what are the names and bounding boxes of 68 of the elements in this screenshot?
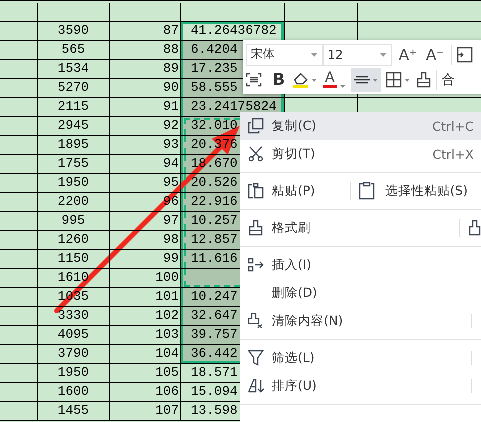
table-cell: 2200 bbox=[38, 193, 110, 212]
clipboard-icon bbox=[359, 182, 376, 200]
align-center-button[interactable] bbox=[350, 68, 381, 92]
table-cell: 1950 bbox=[38, 174, 110, 193]
table-cell: 92 bbox=[110, 117, 181, 136]
table-cell: 3590 bbox=[38, 22, 110, 41]
copy-icon bbox=[248, 118, 264, 134]
table-cell: 1534 bbox=[38, 60, 110, 79]
menu-item[interactable]: 复制(C) Ctrl+C bbox=[240, 112, 481, 140]
table-cell: 103 bbox=[110, 326, 181, 345]
table-cell: 102 bbox=[110, 307, 181, 326]
table-cell: 4095 bbox=[38, 326, 110, 345]
clipboard-icon bbox=[248, 183, 264, 199]
table-cell: 3330 bbox=[38, 307, 110, 326]
table-cell: 2945 bbox=[38, 117, 110, 136]
table-cell: 87 bbox=[110, 22, 181, 41]
table-cell: 1755 bbox=[38, 155, 110, 174]
filter-icon bbox=[248, 350, 264, 366]
table-cell: 995 bbox=[38, 212, 110, 231]
table-cell: 97 bbox=[110, 212, 181, 231]
caret-icon bbox=[311, 52, 318, 56]
fill-color-icon[interactable] bbox=[292, 70, 318, 88]
grow-font-button[interactable]: A⁺ bbox=[397, 46, 420, 64]
table-cell: 105 bbox=[110, 364, 181, 383]
caret-icon bbox=[340, 85, 346, 88]
menu-item[interactable]: 选择性粘贴(S) bbox=[385, 182, 468, 200]
eraser-icon bbox=[248, 313, 264, 329]
paint-brush-icon bbox=[249, 220, 263, 236]
size-dropdown[interactable]: 12 bbox=[323, 44, 392, 66]
table-cell: 1260 bbox=[38, 231, 110, 250]
table-cell: 41.26436782 bbox=[181, 22, 285, 41]
table-cell: 1610 bbox=[38, 269, 110, 288]
table-cell: 100 bbox=[110, 269, 181, 288]
table-cell: 3790 bbox=[38, 345, 110, 364]
table-cell: 565 bbox=[38, 41, 110, 60]
insert-icon bbox=[248, 258, 264, 272]
shrink-font-button[interactable]: A⁻ bbox=[424, 46, 446, 64]
fit-icon[interactable] bbox=[246, 72, 262, 86]
table-cell: 89 bbox=[110, 60, 181, 79]
table-cell: 101 bbox=[110, 288, 181, 307]
table-cell: 2115 bbox=[38, 98, 110, 117]
table-cell: 93 bbox=[110, 136, 181, 155]
table-cell: 98 bbox=[110, 231, 181, 250]
paint-brush-icon[interactable] bbox=[416, 72, 431, 88]
paint-brush-icon[interactable] bbox=[469, 220, 481, 236]
table-cell: 1895 bbox=[38, 136, 110, 155]
table-cell: 1455 bbox=[38, 402, 110, 421]
table-cell: 95 bbox=[110, 174, 181, 193]
sort-icon bbox=[248, 378, 264, 394]
table-cell: 90 bbox=[110, 79, 181, 98]
caret-icon bbox=[380, 52, 387, 56]
font-dropdown[interactable]: 宋体 bbox=[246, 44, 323, 66]
table-cell: 1600 bbox=[38, 383, 110, 402]
table-cell: 94 bbox=[110, 155, 181, 174]
table-cell: 5270 bbox=[38, 79, 110, 98]
table-cell: 1950 bbox=[38, 364, 110, 383]
table-cell: 106 bbox=[110, 383, 181, 402]
merge-label[interactable]: 合 bbox=[442, 70, 455, 88]
font-color-button[interactable]: A bbox=[323, 71, 346, 88]
table-cell: 91 bbox=[110, 98, 181, 117]
table-cell: 104 bbox=[110, 345, 181, 364]
table-cell: 107 bbox=[110, 402, 181, 421]
merge-icon[interactable] bbox=[457, 46, 474, 62]
table-cell: 99 bbox=[110, 250, 181, 269]
borders-icon[interactable] bbox=[386, 72, 412, 88]
scissors-icon bbox=[248, 146, 264, 162]
table-cell: 88 bbox=[110, 41, 181, 60]
table-cell: 1150 bbox=[38, 250, 110, 269]
